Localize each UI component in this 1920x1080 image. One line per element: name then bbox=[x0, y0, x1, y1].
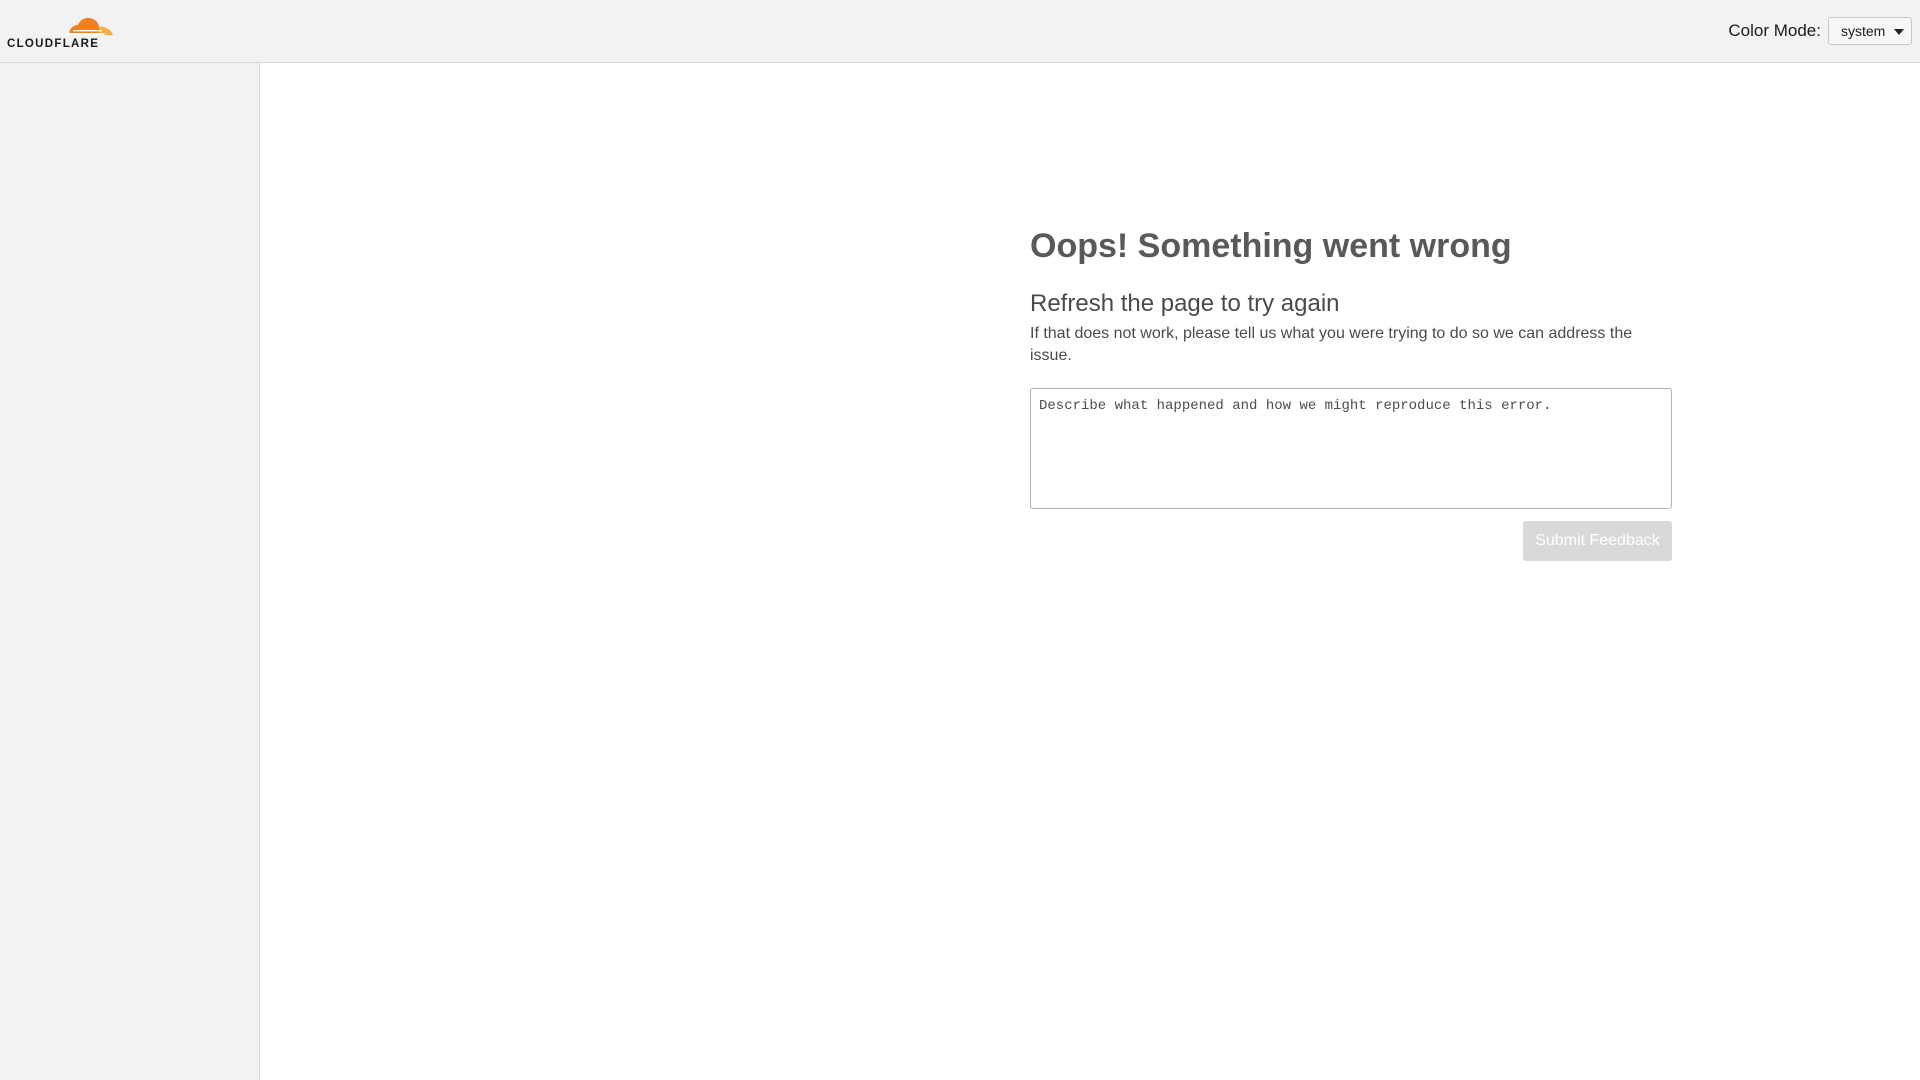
submit-row: Submit Feedback bbox=[1030, 521, 1672, 561]
error-panel: Oops! Something went wrong Refresh the p… bbox=[1030, 225, 1672, 561]
feedback-textarea[interactable] bbox=[1030, 388, 1672, 509]
sidebar bbox=[0, 63, 260, 1080]
color-mode-control: Color Mode: system bbox=[1728, 17, 1912, 45]
error-subtitle: Refresh the page to try again bbox=[1030, 290, 1340, 317]
cloud-icon bbox=[67, 17, 113, 35]
color-mode-selected-value: system bbox=[1841, 23, 1886, 39]
error-description: If that does not work, please tell us wh… bbox=[1030, 325, 1633, 364]
main-content: Oops! Something went wrong Refresh the p… bbox=[260, 63, 1920, 1080]
top-bar: CLOUDFLARE Color Mode: system bbox=[0, 0, 1920, 63]
color-mode-select[interactable]: system bbox=[1828, 17, 1912, 45]
logo-wordmark: CLOUDFLARE bbox=[7, 38, 100, 50]
submit-feedback-button[interactable]: Submit Feedback bbox=[1523, 521, 1672, 561]
cloudflare-logo[interactable]: CLOUDFLARE bbox=[7, 11, 115, 53]
error-title: Oops! Something went wrong bbox=[1030, 227, 1512, 265]
color-mode-label: Color Mode: bbox=[1728, 21, 1821, 40]
chevron-down-icon bbox=[1894, 29, 1904, 35]
